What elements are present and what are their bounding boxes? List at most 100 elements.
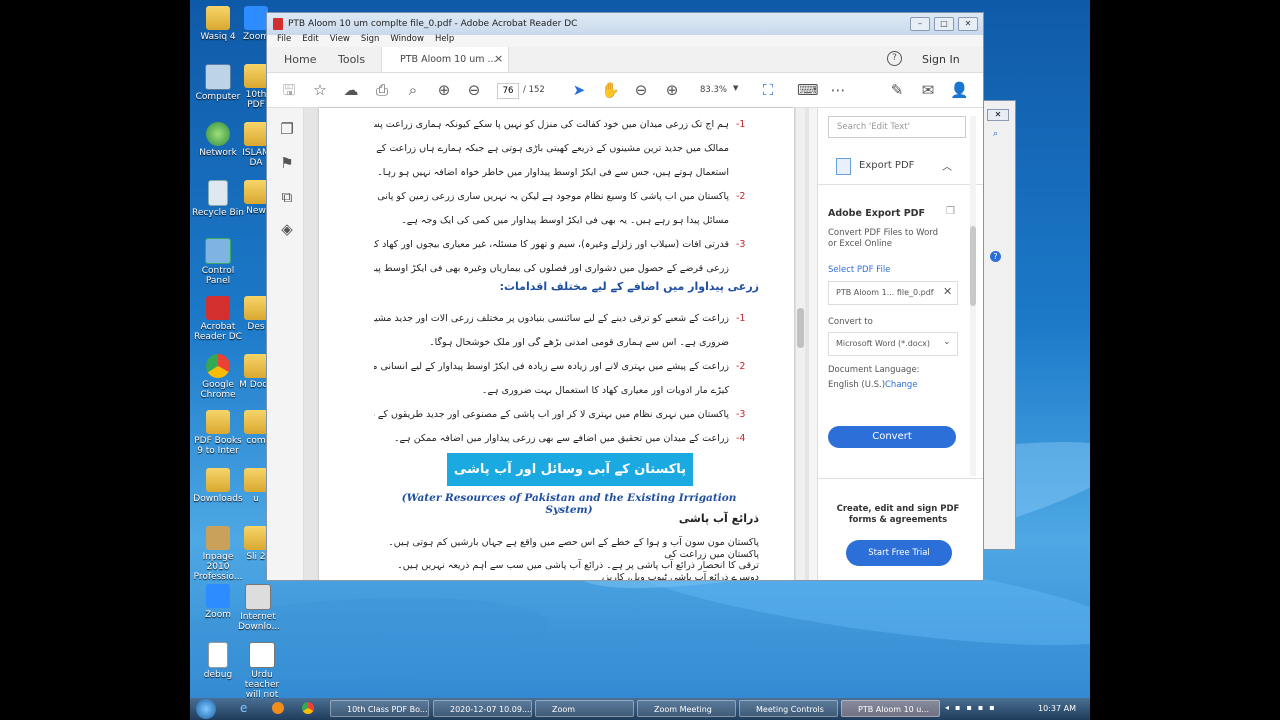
export-divider — [818, 184, 983, 185]
chevron-down-icon[interactable]: ▼ — [733, 84, 738, 92]
taskbar-button[interactable]: Meeting Controls — [739, 700, 838, 717]
paragraph-line: ترقی کا انحصار ذرائع آب پاشی پر ہے۔ ذرائ… — [397, 560, 759, 580]
menu-view[interactable]: View — [330, 34, 350, 44]
list-item: قدرتی آفات (سیلاب اور زلزلے وغیرہ)، سیم … — [374, 234, 759, 258]
search-icon[interactable]: ⌕ — [993, 129, 998, 139]
chrome-icon[interactable] — [302, 702, 314, 714]
desktop-icon[interactable]: Control Panel — [190, 238, 246, 286]
list-item: زراعت کے پیشے میں بہتری لانے اور زیادہ س… — [374, 356, 759, 380]
start-button[interactable] — [196, 699, 216, 719]
close-button[interactable]: ✕ — [958, 17, 978, 31]
add-user-icon[interactable]: 👤 — [950, 81, 969, 99]
convert-button[interactable]: Convert — [828, 426, 956, 448]
window-title: PTB Aloom 10 um complte file_0.pdf - Ado… — [288, 19, 578, 29]
menu-sign[interactable]: Sign — [361, 34, 380, 44]
sign-in-button[interactable]: Sign In — [922, 53, 960, 66]
tab-bar: Home Tools PTB Aloom 10 um ... × ? Sign … — [267, 47, 983, 73]
export-title: Adobe Export PDF — [828, 208, 926, 219]
collapse-chevron-icon[interactable]: ︿ — [942, 158, 952, 173]
copy-icon[interactable]: ❐ — [946, 206, 955, 217]
print-icon[interactable]: ⎙ — [373, 81, 391, 99]
list-item-text: زراعت کے شعبے کو ترقی دینے کے لیے سائنسی… — [374, 313, 729, 324]
list-item: پاکستان میں نہری نظام میں بہتری لا کر او… — [374, 404, 759, 428]
section-heading: زرعی پیداوار میں اضافے کے لیے مختلف اقدا… — [499, 280, 759, 293]
paragraph-line: پاکستان مون سون آب و ہوا کے خطے کے اس حص… — [388, 537, 759, 560]
menu-bar: File Edit View Sign Window Help — [277, 34, 465, 44]
right-pane: Search 'Edit Text' Export PDF ︿ Adobe Ex… — [817, 108, 983, 580]
bookmark-star-icon[interactable]: ☆ — [311, 81, 329, 99]
subheading: ذرائع آب پاشی — [678, 512, 759, 525]
promo-text: Create, edit and sign PDF forms & agreem… — [836, 504, 960, 525]
zoom-in-icon[interactable]: ⊕ — [663, 81, 681, 99]
list-item-number: -2 — [736, 191, 746, 202]
menu-window[interactable]: Window — [390, 34, 424, 44]
export-pdf-header[interactable]: Export PDF — [859, 160, 914, 171]
close-tab-icon[interactable]: × — [494, 52, 503, 65]
page-thumbnails-icon[interactable]: ❐ — [278, 120, 296, 138]
zoom-level[interactable]: 83.3% — [700, 85, 727, 95]
next-page-icon[interactable]: ⊖ — [465, 81, 483, 99]
upload-cloud-icon[interactable]: ☁ — [342, 81, 360, 99]
select-cursor-icon[interactable]: ➤ — [570, 81, 588, 99]
email-icon[interactable]: ✉ — [919, 81, 937, 99]
sign-pen-icon[interactable]: ✎ — [888, 81, 906, 99]
bookmarks-icon[interactable]: ⚑ — [278, 154, 296, 172]
layers-icon[interactable]: ◈ — [278, 220, 296, 238]
minimize-button[interactable]: – — [910, 17, 930, 31]
list-item-text: مسائل پیدا ہو رہے ہیں۔ یہ بھی فی ایکڑ او… — [401, 215, 729, 226]
list-item-number: -2 — [736, 361, 746, 372]
ie-icon[interactable]: e — [240, 701, 247, 715]
desktop-icon[interactable]: Internet Downlo... — [238, 584, 280, 632]
taskbar-button[interactable]: 10th Class PDF Bo... — [330, 700, 429, 717]
title-bar[interactable]: PTB Aloom 10 um complte file_0.pdf - Ado… — [267, 13, 983, 35]
scrolling-mode-icon[interactable]: ⌨ — [797, 81, 819, 99]
scrollbar-thumb[interactable] — [797, 308, 804, 348]
clock[interactable]: 10:37 AM — [1038, 704, 1076, 713]
close-icon[interactable]: ✕ — [987, 109, 1009, 121]
background-window[interactable]: ✕ ⌕ ? — [980, 100, 1016, 550]
tab-tools[interactable]: Tools — [338, 53, 365, 66]
hand-tool-icon[interactable]: ✋ — [601, 81, 620, 99]
list-item-text: کیڑے مار ادویات اور معیاری کھاد کا استعم… — [481, 385, 729, 396]
change-language-link[interactable]: Change — [885, 380, 918, 390]
list-item-text: زراعت کے پیشے میں بہتری لانے اور زیادہ س… — [374, 361, 729, 372]
selected-file-field[interactable]: PTB Aloom 1... file_0.pdf ✕ — [828, 281, 958, 305]
acrobat-window: PTB Aloom 10 um complte file_0.pdf - Ado… — [266, 12, 984, 581]
vertical-scrollbar[interactable] — [795, 108, 805, 580]
attachments-icon[interactable]: ⧉ — [278, 188, 296, 206]
zoom-search-icon[interactable]: ⌕ — [404, 81, 422, 99]
pane-scrollbar-thumb[interactable] — [970, 226, 976, 306]
taskbar-button[interactable]: Zoom — [535, 700, 634, 717]
help-icon[interactable]: ? — [887, 51, 902, 66]
menu-help[interactable]: Help — [435, 34, 454, 44]
fit-page-icon[interactable]: ⛶ — [759, 81, 777, 99]
menu-edit[interactable]: Edit — [302, 34, 318, 44]
menu-file[interactable]: File — [277, 34, 291, 44]
pane-scrollbar[interactable] — [970, 116, 976, 476]
previous-page-icon[interactable]: ⊕ — [435, 81, 453, 99]
convert-to-label: Convert to — [828, 317, 873, 327]
tab-home[interactable]: Home — [284, 53, 316, 66]
document-area: ہم آج تک زرعی میدان میں خود کفالت کی منز… — [304, 108, 809, 580]
start-free-trial-button[interactable]: Start Free Trial — [846, 540, 952, 566]
list-item-number: -4 — [736, 433, 746, 444]
remove-file-icon[interactable]: ✕ — [943, 285, 952, 298]
list-item-number: -1 — [736, 119, 746, 130]
tab-document[interactable]: PTB Aloom 10 um ... × — [381, 47, 509, 72]
media-player-icon[interactable] — [272, 702, 284, 714]
more-tools-icon[interactable]: ⋯ — [829, 81, 847, 99]
list-item-text: استعمال ہوتے ہیں، جس سے فی ایکڑ اوسط پید… — [377, 167, 729, 178]
taskbar-button[interactable]: Zoom Meeting — [637, 700, 736, 717]
export-description: Convert PDF Files to Word or Excel Onlin… — [828, 228, 939, 249]
page-number-input[interactable]: 76 — [497, 83, 519, 99]
search-edit-text-input[interactable]: Search 'Edit Text' — [828, 116, 966, 138]
zoom-out-icon[interactable]: ⊖ — [632, 81, 650, 99]
taskbar: e 10th Class PDF Bo... 2020-12-07 10.09..… — [190, 698, 1090, 720]
chevron-down-icon: ⌄ — [943, 337, 951, 347]
help-icon[interactable]: ? — [990, 251, 1001, 262]
save-icon[interactable]: 🖫 — [280, 81, 298, 99]
format-select[interactable]: Microsoft Word (*.docx) ⌄ — [828, 332, 958, 356]
taskbar-button[interactable]: PTB Aloom 10 u... — [841, 700, 940, 717]
taskbar-button[interactable]: 2020-12-07 10.09.... — [433, 700, 532, 717]
maximize-button[interactable]: □ — [934, 17, 954, 31]
